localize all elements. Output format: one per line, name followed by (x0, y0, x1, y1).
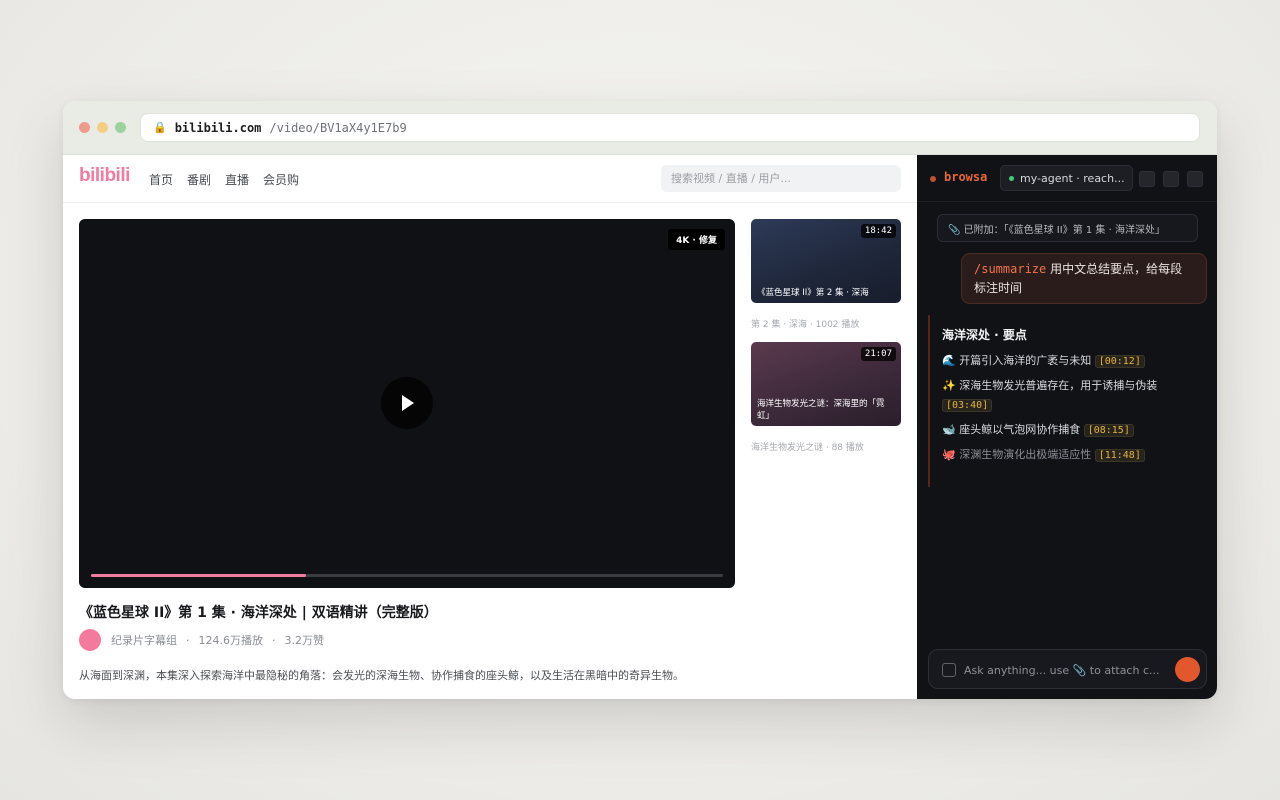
summary-point: 🐋 座头鲸以气泡网协作捕食 [08:15] (942, 420, 1208, 440)
video-title: 《蓝色星球 II》第 1 集 · 海洋深处 | 双语精讲（完整版） (79, 605, 438, 621)
point-text: 深海生物发光普遍存在，用于诱捕与伪装 (959, 379, 1158, 392)
send-button[interactable] (1175, 657, 1200, 682)
close-window-icon[interactable] (79, 122, 90, 133)
site-logo[interactable]: bilibili (79, 165, 130, 187)
meta-separator: · (186, 633, 190, 647)
progress-fill (91, 574, 306, 577)
site-nav: 首页 番剧 直播 会员购 (149, 171, 299, 188)
like-count: 3.2万赞 (284, 634, 325, 647)
video-meta: 纪录片字幕组 · 124.6万播放 · 3.2万赞 (79, 629, 324, 651)
point-text: 开篇引入海洋的广袤与未知 (959, 354, 1092, 367)
agent-selector[interactable]: my-agent · reach... (1000, 165, 1133, 191)
settings-button[interactable] (1163, 171, 1179, 187)
summary-point: 🌊 开篇引入海洋的广袤与未知 [00:12] (942, 351, 1208, 371)
video-player[interactable]: 4K · 修复 (79, 219, 735, 588)
quality-badge[interactable]: 4K · 修复 (668, 229, 725, 250)
summary-point: 🐙 深渊生物演化出极端适应性 [11:48] (942, 445, 1208, 465)
video-description: 从海面到深渊，本集深入探索海洋中最隐秘的角落：会发光的深海生物、协作捕食的座头鲸… (79, 669, 684, 682)
close-panel-button[interactable] (1187, 171, 1203, 187)
timestamp-link[interactable]: [08:15] (1083, 424, 1134, 437)
timestamp-link[interactable]: [11:48] (1094, 449, 1145, 462)
browser-window: 🔒 bilibili.com /video/BV1aX4y1E7b9 bilib… (63, 101, 1217, 699)
attachment-chip[interactable]: 📎 已附加：「《蓝色星球 II》第 1 集 · 海洋深处」 (937, 214, 1198, 242)
assistant-reply: 海洋深处 · 要点 🌊 开篇引入海洋的广袤与未知 [00:12] ✨ 深海生物发… (928, 315, 1208, 487)
site-header: bilibili 首页 番剧 直播 会员购 (63, 155, 917, 203)
chat-input[interactable] (964, 660, 1169, 680)
meta-separator: · (272, 633, 276, 647)
brand-name: browsa (944, 170, 988, 184)
chat-composer (928, 649, 1207, 689)
panel-header: browsa my-agent · reach... (917, 155, 1217, 202)
avatar[interactable] (79, 629, 101, 651)
address-bar[interactable]: 🔒 bilibili.com /video/BV1aX4y1E7b9 (140, 113, 1200, 142)
agent-name: my-agent · reach... (1020, 171, 1125, 185)
sparkles-icon: ✨ (942, 379, 956, 392)
point-text: 座头鲸以气泡网协作捕食 (959, 423, 1081, 436)
nav-link-live[interactable]: 直播 (225, 171, 249, 188)
thumbnail-caption: 海洋生物发光之谜：深海里的「霓虹」 (757, 399, 885, 421)
user-message: /summarize 用中文总结要点，给每段标注时间 (961, 253, 1207, 304)
whale-icon: 🐋 (942, 423, 956, 436)
bilibili-page: bilibili 首页 番剧 直播 会员购 4K · 修复 《蓝色星球 II》第… (63, 155, 917, 699)
nav-link-shop[interactable]: 会员购 (263, 171, 299, 188)
browsa-panel: browsa my-agent · reach... 📎 已附加：「《蓝色星球 … (917, 155, 1217, 699)
slash-command: /summarize (974, 262, 1047, 276)
duration-badge: 18:42 (860, 224, 896, 238)
thumbnail-caption: 《蓝色星球 II》第 2 集 · 深海 (757, 288, 869, 298)
search-input[interactable] (661, 165, 901, 192)
summary-point: ✨ 深海生物发光普遍存在，用于诱捕与伪装 [03:40] (942, 376, 1208, 415)
progress-bar[interactable] (91, 574, 723, 577)
browser-chrome: 🔒 bilibili.com /video/BV1aX4y1E7b9 (63, 101, 1217, 155)
duration-badge: 21:07 (860, 347, 896, 361)
recommendation-subtitle[interactable]: 海洋生物发光之谜 · 88 播放 (751, 440, 864, 453)
timestamp-link[interactable]: [03:40] (942, 399, 993, 412)
brand-dot-icon (930, 176, 936, 182)
recommendation-thumbnail[interactable]: 21:07 海洋生物发光之谜：深海里的「霓虹」 (751, 342, 901, 426)
lock-icon: 🔒 (153, 121, 167, 134)
history-button[interactable] (1139, 171, 1155, 187)
nav-link-anime[interactable]: 番剧 (187, 171, 211, 188)
maximize-window-icon[interactable] (115, 122, 126, 133)
point-text: 深渊生物演化出极端适应性 (959, 448, 1092, 461)
recommendation-thumbnail[interactable]: 18:42 《蓝色星球 II》第 2 集 · 深海 (751, 219, 901, 303)
timestamp-link[interactable]: [00:12] (1094, 355, 1145, 368)
play-count: 124.6万播放 (198, 634, 264, 647)
reply-title: 海洋深处 · 要点 (942, 328, 1027, 342)
nav-link-home[interactable]: 首页 (149, 171, 173, 188)
octopus-icon: 🐙 (942, 448, 956, 461)
minimize-window-icon[interactable] (97, 122, 108, 133)
url-path: /video/BV1aX4y1E7b9 (269, 120, 407, 135)
play-icon (402, 395, 414, 411)
wave-icon: 🌊 (942, 354, 956, 367)
status-dot-icon (1009, 175, 1014, 181)
url-domain: bilibili.com (174, 120, 262, 135)
play-button[interactable] (381, 377, 433, 429)
recommendation-subtitle[interactable]: 第 2 集 · 深海 · 1002 播放 (751, 317, 859, 330)
uploader-name[interactable]: 纪录片字幕组 (111, 632, 177, 648)
attach-checkbox[interactable] (942, 663, 956, 677)
